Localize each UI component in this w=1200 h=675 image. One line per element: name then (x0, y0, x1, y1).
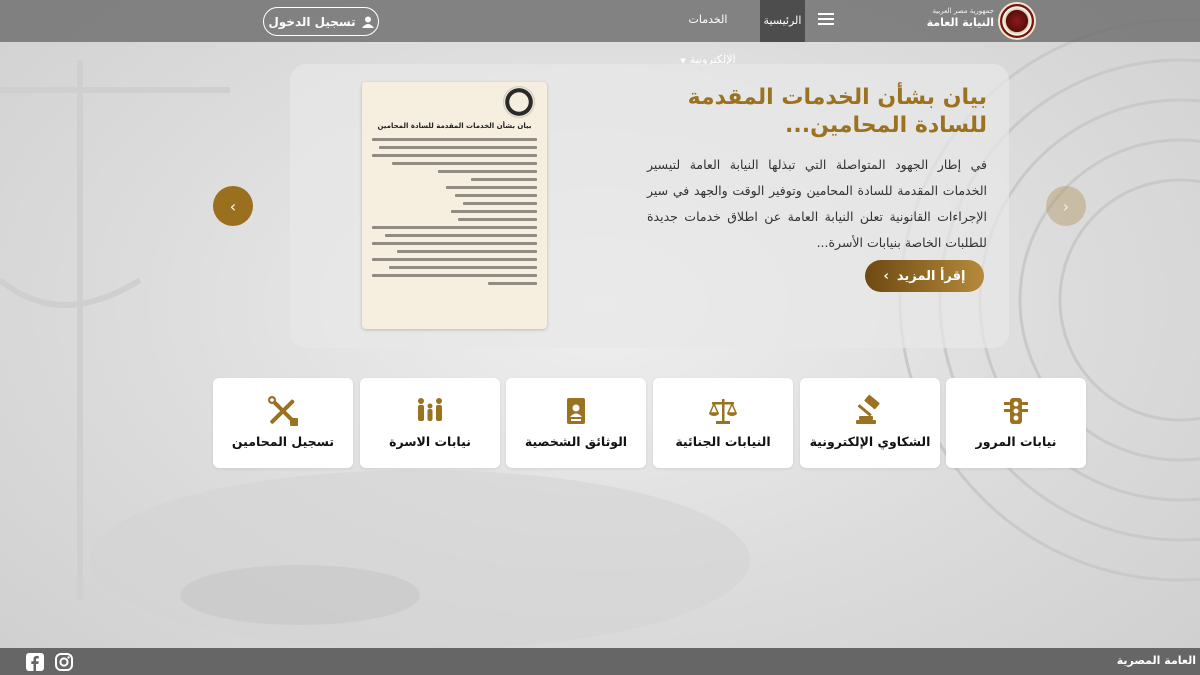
public-prosecution-logo[interactable] (998, 2, 1036, 40)
service-label: نيابات المرور (975, 434, 1057, 449)
brand-name: النيابة العامة (926, 16, 994, 29)
footer: العامة المصرية (0, 648, 1200, 675)
nav-electronic-services[interactable]: الخدمات الإلكترونية▼ (660, 0, 756, 66)
chevron-right-icon: › (883, 268, 889, 284)
service-card-complaints[interactable]: الشكاوي الإلكترونية (800, 378, 940, 468)
hamburger-icon[interactable] (816, 10, 836, 30)
login-button[interactable]: تسجيل الدخول (263, 7, 379, 36)
brand-country: جمهورية مصر العربية (932, 7, 994, 15)
announcement-document-image[interactable]: بيان بشأن الخدمات المقدمة للسادة المحامي… (362, 82, 547, 329)
service-card-family[interactable]: نيابات الاسرة (360, 378, 500, 468)
instagram-icon[interactable] (54, 652, 74, 672)
service-card-criminal[interactable]: النيابات الجنائية (653, 378, 793, 468)
document-text-lines (372, 138, 537, 290)
facebook-icon[interactable] (25, 652, 45, 672)
seal-icon (503, 86, 535, 118)
service-card-traffic[interactable]: نيابات المرور (946, 378, 1086, 468)
family-icon (418, 398, 442, 421)
user-icon (361, 16, 374, 28)
login-label: تسجيل الدخول (268, 14, 356, 29)
service-label: النيابات الجنائية (675, 434, 771, 449)
service-label: الشكاوي الإلكترونية (809, 434, 931, 449)
nav-home[interactable]: الرئيسية (760, 0, 805, 42)
hero-text: في إطار الجهود المتواصلة التي تبذلها الن… (647, 157, 987, 250)
nav-services-label: الخدمات الإلكترونية (688, 13, 736, 66)
id-card-icon (567, 398, 585, 424)
service-label: تسجيل المحامين (231, 434, 335, 449)
chevron-right-icon: › (1062, 196, 1070, 216)
footer-text: العامة المصرية (1116, 654, 1196, 667)
read-more-button[interactable]: إقرأ المزيد › (865, 260, 984, 292)
traffic-light-icon (1004, 398, 1028, 424)
brand[interactable]: جمهورية مصر العربية النيابة العامة (927, 7, 994, 30)
document-title: بيان بشأن الخدمات المقدمة للسادة المحامي… (377, 122, 532, 130)
hero-title[interactable]: بيان بشأن الخدمات المقدمة للسادة المحامي… (687, 84, 987, 140)
service-card-lawyer-registration[interactable]: تسجيل المحامين (213, 378, 353, 468)
service-label: نيابات الاسرة (389, 434, 471, 449)
hero-slide: بيان بشأن الخدمات المقدمة للسادة المحامي… (290, 64, 1009, 348)
chevron-left-icon: ‹ (229, 196, 237, 216)
carousel-next-button[interactable]: › (1046, 186, 1086, 226)
top-navbar: جمهورية مصر العربية النيابة العامة الرئي… (0, 0, 1200, 66)
service-label: الوثائق الشخصية (524, 434, 628, 449)
carousel-prev-button[interactable]: ‹ (213, 186, 253, 226)
service-card-personal-documents[interactable]: الوثائق الشخصية (506, 378, 646, 468)
tools-icon (268, 396, 298, 426)
scales-icon (708, 399, 738, 424)
read-more-label: إقرأ المزيد (896, 268, 966, 284)
gavel-icon (856, 394, 880, 424)
